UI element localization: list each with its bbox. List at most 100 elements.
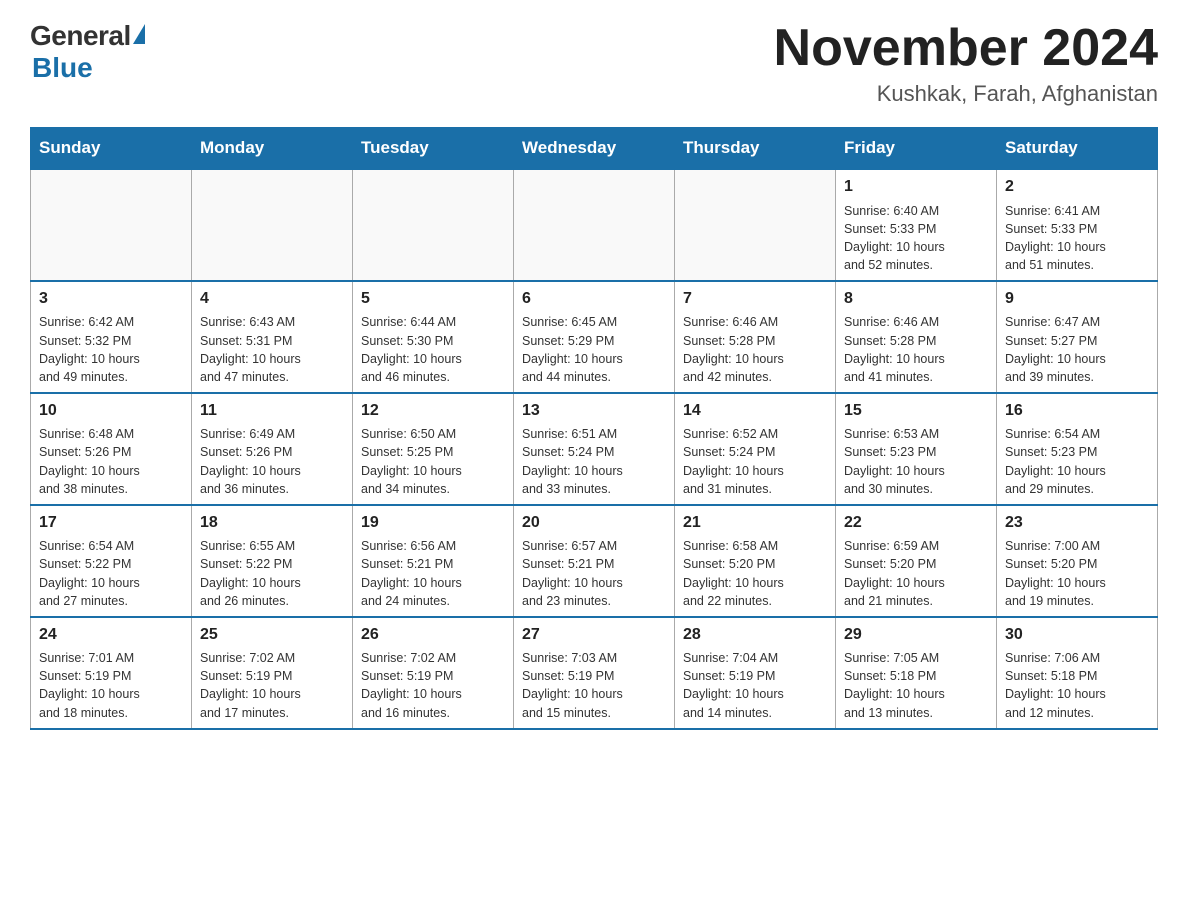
day-number: 14 <box>683 400 827 422</box>
calendar-header-monday: Monday <box>192 128 353 170</box>
day-info: Sunrise: 6:44 AM Sunset: 5:30 PM Dayligh… <box>361 313 505 386</box>
day-number: 9 <box>1005 288 1149 310</box>
day-info: Sunrise: 6:49 AM Sunset: 5:26 PM Dayligh… <box>200 425 344 498</box>
calendar-cell: 6Sunrise: 6:45 AM Sunset: 5:29 PM Daylig… <box>514 281 675 393</box>
month-title: November 2024 <box>774 20 1158 77</box>
day-number: 30 <box>1005 624 1149 646</box>
day-info: Sunrise: 7:05 AM Sunset: 5:18 PM Dayligh… <box>844 649 988 722</box>
day-number: 18 <box>200 512 344 534</box>
calendar-week-row-3: 10 Sunrise: 6:48 AM Sunset: 5:26 PM Dayli… <box>31 393 1158 505</box>
day-number: 12 <box>361 400 505 422</box>
calendar-week-row-5: 24 Sunrise: 7:01 AM Sunset: 5:19 PM Dayli… <box>31 617 1158 729</box>
day-info: Sunrise: 6:55 AM Sunset: 5:22 PM Dayligh… <box>200 537 344 610</box>
day-info: Sunrise: 6:40 AM Sunset: 5:33 PM Dayligh… <box>844 202 988 275</box>
day-number: 5 <box>361 288 505 310</box>
day-info: Sunrise: 6:45 AM Sunset: 5:29 PM Dayligh… <box>522 313 666 386</box>
calendar-cell: 16 Sunrise: 6:54 AM Sunset: 5:23 PM Dayli… <box>997 393 1158 505</box>
calendar-cell <box>675 169 836 281</box>
calendar-header-tuesday: Tuesday <box>353 128 514 170</box>
day-info: Sunrise: 6:41 AM Sunset: 5:33 PM Dayligh… <box>1005 202 1149 275</box>
calendar-cell: 19 Sunrise: 6:56 AM Sunset: 5:21 PM Dayli… <box>353 505 514 617</box>
location-title: Kushkak, Farah, Afghanistan <box>774 81 1158 107</box>
day-info: Sunrise: 6:51 AM Sunset: 5:24 PM Dayligh… <box>522 425 666 498</box>
day-info: Sunrise: 6:46 AM Sunset: 5:28 PM Dayligh… <box>683 313 827 386</box>
calendar-cell: 27Sunrise: 7:03 AM Sunset: 5:19 PM Dayli… <box>514 617 675 729</box>
day-info: Sunrise: 7:00 AM Sunset: 5:20 PM Dayligh… <box>1005 537 1149 610</box>
calendar-cell: 15Sunrise: 6:53 AM Sunset: 5:23 PM Dayli… <box>836 393 997 505</box>
day-number: 15 <box>844 400 988 422</box>
day-info: Sunrise: 7:02 AM Sunset: 5:19 PM Dayligh… <box>200 649 344 722</box>
calendar-week-row-2: 3 Sunrise: 6:42 AM Sunset: 5:32 PM Daylig… <box>31 281 1158 393</box>
calendar-cell: 11 Sunrise: 6:49 AM Sunset: 5:26 PM Dayli… <box>192 393 353 505</box>
day-number: 16 <box>1005 400 1149 422</box>
day-number: 1 <box>844 176 988 198</box>
calendar-header-friday: Friday <box>836 128 997 170</box>
calendar-cell: 30 Sunrise: 7:06 AM Sunset: 5:18 PM Dayli… <box>997 617 1158 729</box>
calendar-cell: 24 Sunrise: 7:01 AM Sunset: 5:19 PM Dayli… <box>31 617 192 729</box>
calendar-cell: 20 Sunrise: 6:57 AM Sunset: 5:21 PM Dayli… <box>514 505 675 617</box>
day-info: Sunrise: 6:58 AM Sunset: 5:20 PM Dayligh… <box>683 537 827 610</box>
day-info: Sunrise: 6:46 AM Sunset: 5:28 PM Dayligh… <box>844 313 988 386</box>
day-info: Sunrise: 6:54 AM Sunset: 5:22 PM Dayligh… <box>39 537 183 610</box>
calendar-cell: 4 Sunrise: 6:43 AM Sunset: 5:31 PM Daylig… <box>192 281 353 393</box>
day-info: Sunrise: 7:04 AM Sunset: 5:19 PM Dayligh… <box>683 649 827 722</box>
day-info: Sunrise: 6:52 AM Sunset: 5:24 PM Dayligh… <box>683 425 827 498</box>
day-number: 2 <box>1005 176 1149 198</box>
day-info: Sunrise: 6:50 AM Sunset: 5:25 PM Dayligh… <box>361 425 505 498</box>
calendar-cell: 29 Sunrise: 7:05 AM Sunset: 5:18 PM Dayli… <box>836 617 997 729</box>
logo-blue-text: Blue <box>32 52 93 84</box>
calendar-cell: 7 Sunrise: 6:46 AM Sunset: 5:28 PM Daylig… <box>675 281 836 393</box>
logo-general-text: General <box>30 20 131 52</box>
day-info: Sunrise: 7:03 AM Sunset: 5:19 PM Dayligh… <box>522 649 666 722</box>
day-number: 26 <box>361 624 505 646</box>
calendar-cell <box>353 169 514 281</box>
calendar-header-wednesday: Wednesday <box>514 128 675 170</box>
day-number: 23 <box>1005 512 1149 534</box>
day-number: 13 <box>522 400 666 422</box>
day-number: 4 <box>200 288 344 310</box>
calendar-cell: 17Sunrise: 6:54 AM Sunset: 5:22 PM Dayli… <box>31 505 192 617</box>
day-info: Sunrise: 7:06 AM Sunset: 5:18 PM Dayligh… <box>1005 649 1149 722</box>
calendar-cell: 5 Sunrise: 6:44 AM Sunset: 5:30 PM Daylig… <box>353 281 514 393</box>
day-info: Sunrise: 6:57 AM Sunset: 5:21 PM Dayligh… <box>522 537 666 610</box>
day-info: Sunrise: 6:42 AM Sunset: 5:32 PM Dayligh… <box>39 313 183 386</box>
calendar-cell: 21 Sunrise: 6:58 AM Sunset: 5:20 PM Dayli… <box>675 505 836 617</box>
calendar-cell: 2 Sunrise: 6:41 AM Sunset: 5:33 PM Daylig… <box>997 169 1158 281</box>
day-info: Sunrise: 6:56 AM Sunset: 5:21 PM Dayligh… <box>361 537 505 610</box>
day-number: 20 <box>522 512 666 534</box>
day-number: 8 <box>844 288 988 310</box>
calendar-header-row: SundayMondayTuesdayWednesdayThursdayFrid… <box>31 128 1158 170</box>
title-area: November 2024 Kushkak, Farah, Afghanista… <box>774 20 1158 107</box>
day-number: 3 <box>39 288 183 310</box>
day-info: Sunrise: 6:54 AM Sunset: 5:23 PM Dayligh… <box>1005 425 1149 498</box>
calendar-cell: 10 Sunrise: 6:48 AM Sunset: 5:26 PM Dayli… <box>31 393 192 505</box>
header: General Blue November 2024 Kushkak, Fara… <box>30 20 1158 107</box>
day-number: 7 <box>683 288 827 310</box>
logo: General Blue <box>30 20 145 84</box>
day-number: 29 <box>844 624 988 646</box>
calendar-cell: 14 Sunrise: 6:52 AM Sunset: 5:24 PM Dayli… <box>675 393 836 505</box>
day-number: 24 <box>39 624 183 646</box>
calendar-cell <box>192 169 353 281</box>
calendar-week-row-1: 1 Sunrise: 6:40 AM Sunset: 5:33 PM Daylig… <box>31 169 1158 281</box>
day-number: 19 <box>361 512 505 534</box>
calendar-cell: 13 Sunrise: 6:51 AM Sunset: 5:24 PM Dayli… <box>514 393 675 505</box>
day-number: 11 <box>200 400 344 422</box>
calendar-cell: 12 Sunrise: 6:50 AM Sunset: 5:25 PM Dayli… <box>353 393 514 505</box>
calendar-cell: 26Sunrise: 7:02 AM Sunset: 5:19 PM Dayli… <box>353 617 514 729</box>
calendar-week-row-4: 17Sunrise: 6:54 AM Sunset: 5:22 PM Dayli… <box>31 505 1158 617</box>
calendar-cell: 3 Sunrise: 6:42 AM Sunset: 5:32 PM Daylig… <box>31 281 192 393</box>
day-number: 10 <box>39 400 183 422</box>
logo-triangle-icon <box>133 24 145 44</box>
day-number: 21 <box>683 512 827 534</box>
calendar-cell: 8 Sunrise: 6:46 AM Sunset: 5:28 PM Daylig… <box>836 281 997 393</box>
calendar-cell: 25Sunrise: 7:02 AM Sunset: 5:19 PM Dayli… <box>192 617 353 729</box>
calendar-header-thursday: Thursday <box>675 128 836 170</box>
calendar-cell: 22Sunrise: 6:59 AM Sunset: 5:20 PM Dayli… <box>836 505 997 617</box>
day-info: Sunrise: 6:48 AM Sunset: 5:26 PM Dayligh… <box>39 425 183 498</box>
day-info: Sunrise: 6:59 AM Sunset: 5:20 PM Dayligh… <box>844 537 988 610</box>
calendar: SundayMondayTuesdayWednesdayThursdayFrid… <box>30 127 1158 729</box>
day-info: Sunrise: 6:43 AM Sunset: 5:31 PM Dayligh… <box>200 313 344 386</box>
day-info: Sunrise: 7:01 AM Sunset: 5:19 PM Dayligh… <box>39 649 183 722</box>
calendar-cell <box>31 169 192 281</box>
